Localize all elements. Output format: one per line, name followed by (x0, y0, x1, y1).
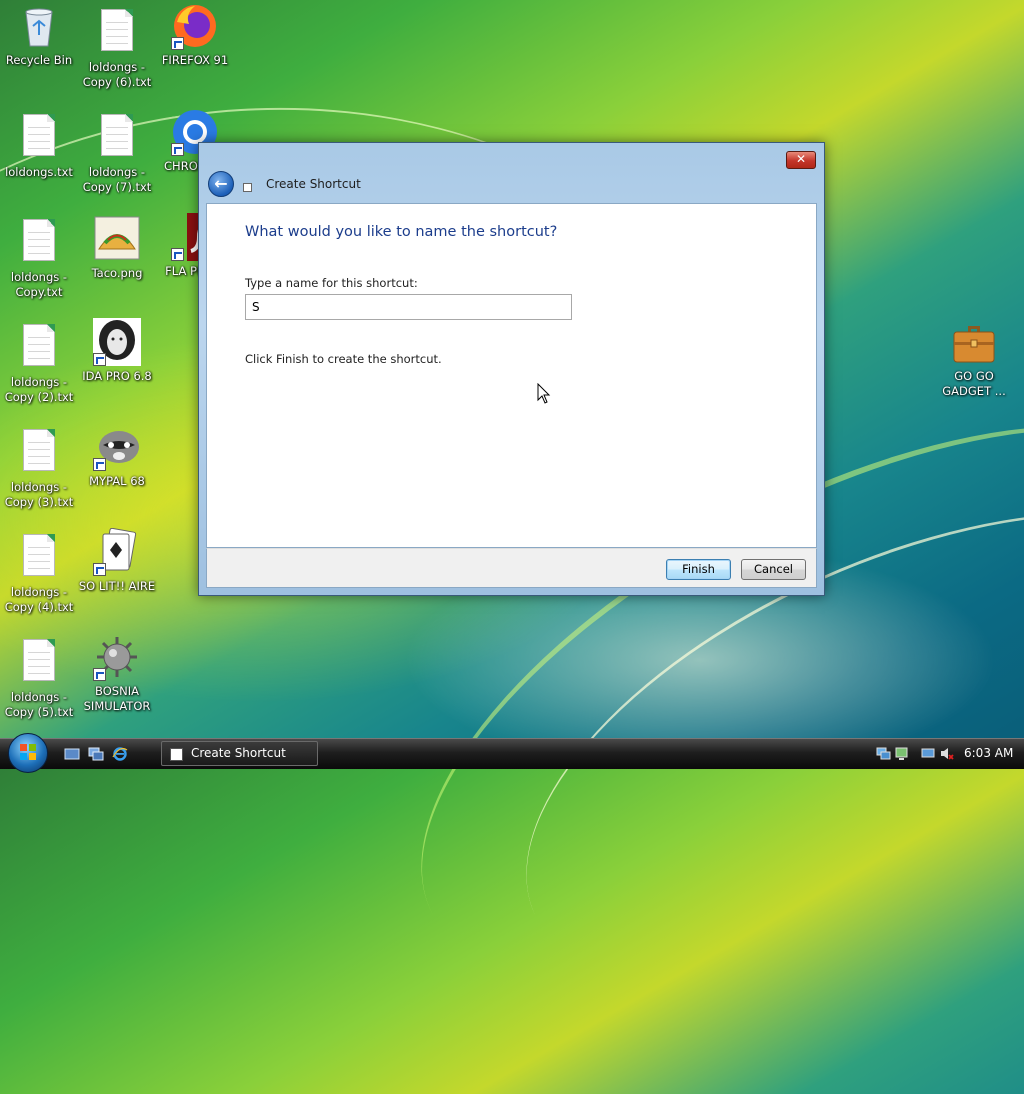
desktop-icon-label: Taco.png (91, 266, 143, 280)
show-desktop-icon[interactable] (64, 747, 80, 761)
desktop-icon-bosnia-simulator[interactable]: BOSNIA SIMULATOR (78, 633, 156, 714)
shortcut-arrow-icon (93, 668, 106, 681)
shortcut-name-label: Type a name for this shortcut: (245, 276, 418, 290)
text-file-icon (15, 534, 63, 582)
text-file-icon (93, 114, 141, 162)
taskbar-item-label: Create Shortcut (191, 746, 286, 760)
taco-image-icon (93, 215, 141, 263)
text-file-icon (15, 219, 63, 267)
desktop-icon-firefox[interactable]: FIREFOX 91 (156, 2, 234, 68)
volume-muted-icon[interactable] (939, 746, 954, 761)
desktop-icon-label: loldongs - Copy (5).txt (4, 690, 74, 719)
taskbar-item-create-shortcut[interactable]: Create Shortcut (161, 741, 318, 766)
desktop-icon-solitaire[interactable]: SO LIT!! AIRE (78, 527, 156, 594)
shortcut-arrow-icon (93, 563, 106, 576)
network-icon[interactable] (894, 746, 909, 761)
taskbar: Create Shortcut 6:03 AM (0, 733, 1024, 773)
close-button[interactable]: ✕ (786, 151, 816, 169)
desktop-icon-loldongs-copy-6[interactable]: loldongs - Copy (6).txt (78, 5, 156, 90)
dialog-title: Create Shortcut (266, 177, 361, 191)
ida-pro-icon (93, 318, 141, 366)
shortcut-wizard-icon (243, 183, 252, 192)
network-status-icon[interactable] (876, 746, 891, 761)
desktop-icon-loldongs-txt[interactable]: loldongs.txt (0, 110, 78, 180)
cancel-button[interactable]: Cancel (741, 559, 806, 580)
mouse-cursor-icon (537, 383, 551, 404)
shortcut-name-input[interactable] (245, 294, 572, 320)
desktop-icon-ida-pro[interactable]: IDA PRO 6.8 (78, 318, 156, 384)
finish-hint: Click Finish to create the shortcut. (245, 352, 442, 366)
shortcut-arrow-icon (93, 353, 106, 366)
spiked-mine-icon (93, 633, 141, 681)
display-icon[interactable] (921, 746, 936, 761)
desktop-icon-go-go-gadget[interactable]: GO GO GADGET ... (935, 318, 1013, 399)
desktop-icon-label: GO GO GADGET ... (942, 369, 1006, 398)
internet-explorer-icon[interactable] (112, 747, 128, 761)
desktop-icon-label: loldongs - Copy (4).txt (4, 585, 74, 614)
shortcut-arrow-icon (171, 37, 184, 50)
text-file-icon (15, 639, 63, 687)
briefcase-icon (950, 318, 998, 366)
firefox-icon (171, 2, 219, 50)
desktop-icon-mypal[interactable]: MYPAL 68 (78, 423, 156, 489)
desktop-icon-loldongs-copy-7[interactable]: loldongs - Copy (7).txt (78, 110, 156, 195)
finish-button[interactable]: Finish (666, 559, 731, 580)
mypal-raccoon-icon (93, 423, 141, 471)
desktop-icon-label: loldongs - Copy (7).txt (82, 165, 152, 194)
desktop-icon-label: loldongs - Copy (2).txt (4, 375, 74, 404)
desktop-icon-taco-png[interactable]: Taco.png (78, 215, 156, 281)
recycle-bin-icon (15, 2, 63, 50)
shortcut-arrow-icon (171, 143, 184, 156)
shortcut-wizard-icon (170, 748, 183, 761)
desktop-icon-loldongs-copy-2[interactable]: loldongs - Copy (2).txt (0, 320, 78, 405)
back-button[interactable]: ← (208, 171, 234, 197)
shortcut-arrow-icon (171, 248, 184, 261)
windows-start-orb-icon[interactable] (8, 733, 48, 773)
solitaire-cards-icon (93, 527, 141, 576)
desktop-icon-label: loldongs.txt (5, 165, 73, 179)
desktop-icon-loldongs-copy-5[interactable]: loldongs - Copy (5).txt (0, 635, 78, 720)
desktop-icon-label: loldongs - Copy (3).txt (4, 480, 74, 509)
dialog-content: What would you like to name the shortcut… (206, 203, 817, 548)
text-file-icon (15, 324, 63, 372)
text-file-icon (93, 9, 141, 57)
desktop-icon-loldongs-copy[interactable]: loldongs - Copy.txt (0, 215, 78, 300)
switch-windows-icon[interactable] (88, 747, 104, 761)
desktop-icon-label: loldongs - Copy (6).txt (82, 60, 152, 89)
desktop-icon-loldongs-copy-4[interactable]: loldongs - Copy (4).txt (0, 530, 78, 615)
desktop-icon-label: loldongs - Copy.txt (10, 270, 68, 299)
page-heading: What would you like to name the shortcut… (245, 224, 558, 240)
shortcut-arrow-icon (93, 458, 106, 471)
desktop-icon-recycle-bin[interactable]: Recycle Bin (0, 2, 78, 68)
desktop-icon-label: BOSNIA SIMULATOR (83, 684, 151, 713)
desktop-icon-label: Recycle Bin (5, 53, 73, 67)
desktop-icon-label: FIREFOX 91 (161, 53, 229, 67)
taskbar-clock[interactable]: 6:03 AM (964, 746, 1013, 760)
desktop-icon-label: IDA PRO 6.8 (82, 369, 152, 383)
create-shortcut-dialog: ✕ ← Create Shortcut What would you like … (198, 142, 825, 596)
desktop-icon-label: MYPAL 68 (89, 474, 145, 488)
desktop-icon-loldongs-copy-3[interactable]: loldongs - Copy (3).txt (0, 425, 78, 510)
dialog-button-bar: Finish Cancel (206, 548, 817, 588)
text-file-icon (15, 114, 63, 162)
text-file-icon (15, 429, 63, 477)
desktop-icon-label: SO LIT!! AIRE (78, 579, 156, 593)
